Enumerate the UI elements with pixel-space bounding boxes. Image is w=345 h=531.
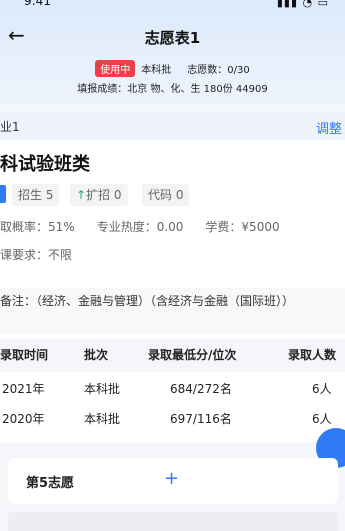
col-count: 录取人数 [288,348,337,362]
table-row: 2020年 本科批 697/116名 6人 [0,402,345,434]
row-year: 2021年 [2,382,45,396]
row-count: 6人 [312,382,332,396]
card-header: 业1 调整 [0,112,345,140]
col-batch: 批次 [84,348,109,362]
arrow-up-icon: ↑ [76,188,87,202]
enroll-tag: 招生 5 [12,184,60,206]
card-crumb: 业1 [0,120,20,134]
plan-status: 使用中 本科批 志愿数：0/30 [0,60,345,77]
header-area: 9:41 ▮▮▮ ◔ ▭ ← 志愿表1 使用中 本科批 志愿数：0/30 填报成绩：… [0,0,345,105]
next-choice-label: 第5志愿 [26,476,75,491]
row-batch: 本科批 [84,412,121,426]
choice-card: 业1 调整 科试验班类 招生 5 ↑扩招 0 代码 0 取概率：51% 专业热度：… [0,112,345,442]
row-year: 2020年 [2,412,45,426]
remark: 备注：（经济、金融与管理）（含经济与金融（国际班）） [0,288,345,334]
status-time: 9:41 [24,0,51,8]
expand-label: 扩招 0 [86,188,122,202]
heat: 专业热度：0.00 [96,220,184,234]
tag-row: 招生 5 ↑扩招 0 代码 0 [0,184,345,206]
subject-requirement: 课要求：不限 [0,248,73,262]
code-tag: 代码 0 [142,184,190,206]
bottom-placeholder [8,512,338,531]
major-name: 科试验班类 [0,154,90,175]
type-tag [0,185,6,203]
status-icons: ▮▮▮ ◔ ▭ [276,0,329,9]
row-score: 697/116名 [170,412,232,426]
table-row: 2021年 本科批 684/272名 6人 [0,372,345,404]
col-year: 录取时间 [0,348,49,362]
count-label: 志愿数：0/30 [187,65,250,76]
row-score: 684/272名 [170,382,232,396]
row-batch: 本科批 [84,382,121,396]
score-line: 填报成绩：北京 物、化、生 180份 44909 [77,84,268,95]
page-title: 志愿表1 [144,29,201,47]
expand-tag: ↑扩招 0 [70,184,128,206]
batch-label: 本科批 [141,65,172,76]
col-score: 录取最低分/位次 [148,348,237,362]
next-choice-card[interactable]: 第5志愿 + [8,458,338,504]
fee: 学费：¥5000 [205,220,280,234]
status-badge: 使用中 [95,60,136,77]
add-icon[interactable]: + [164,468,179,489]
probability: 取概率：51% [0,220,75,234]
table-header: 录取时间 批次 录取最低分/位次 录取人数 [0,338,345,372]
adjust-button[interactable]: 调整 [316,118,342,137]
probability-line: 取概率：51% 专业热度：0.00 学费：¥5000 [0,218,280,235]
